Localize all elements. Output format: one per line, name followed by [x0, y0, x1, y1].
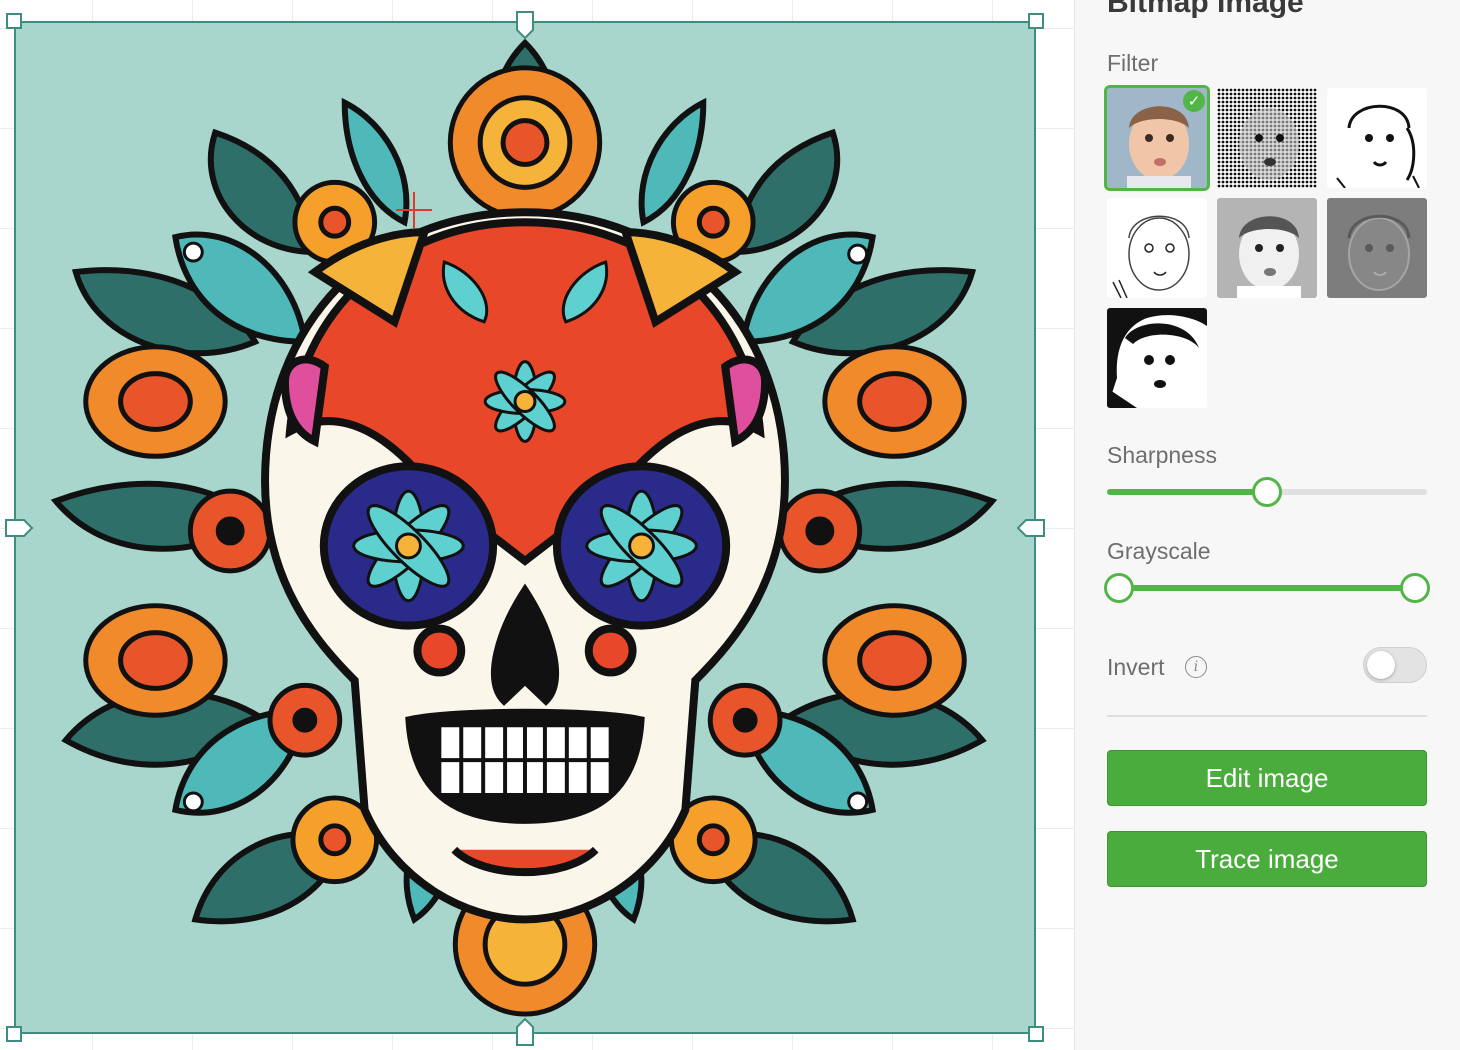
resize-handle-top-right[interactable]: [1028, 13, 1044, 29]
filter-sketch[interactable]: [1107, 198, 1207, 298]
filter-halftone[interactable]: [1217, 88, 1317, 188]
invert-toggle-knob: [1367, 651, 1395, 679]
filter-preview-threshold: [1107, 308, 1207, 408]
invert-label: Invert: [1107, 654, 1165, 680]
resize-handle-bottom[interactable]: [515, 1017, 535, 1047]
filter-high-contrast[interactable]: [1327, 88, 1427, 188]
resize-handle-bottom-right[interactable]: [1028, 1026, 1044, 1042]
properties-panel: Bitmap Image Filter ✓ Sharpness Grayscal…: [1074, 0, 1460, 1050]
grayscale-label: Grayscale: [1107, 538, 1211, 564]
filter-threshold[interactable]: [1107, 308, 1207, 408]
sugar-skull-artwork: [50, 38, 998, 1017]
filter-preview-high-contrast: [1327, 88, 1427, 188]
cursor-crosshair-vertical: [413, 192, 415, 228]
filter-preview-grayscale: [1217, 198, 1317, 298]
trace-image-button[interactable]: Trace image: [1107, 831, 1427, 887]
grayscale-min-knob[interactable]: [1104, 573, 1134, 603]
design-canvas[interactable]: [0, 0, 1074, 1050]
grayscale-max-knob[interactable]: [1400, 573, 1430, 603]
info-icon[interactable]: i: [1185, 656, 1207, 678]
panel-divider: [1107, 715, 1427, 717]
filter-label: Filter: [1107, 50, 1159, 76]
resize-handle-right[interactable]: [1016, 518, 1046, 538]
panel-title: Bitmap Image: [1107, 0, 1304, 19]
bitmap-image[interactable]: [14, 21, 1036, 1034]
resize-handle-top[interactable]: [515, 10, 535, 40]
resize-handle-left[interactable]: [4, 518, 34, 538]
filter-preview-halftone: [1217, 88, 1317, 188]
check-icon: ✓: [1183, 90, 1205, 112]
resize-handle-top-left[interactable]: [6, 13, 22, 29]
invert-toggle[interactable]: [1363, 647, 1427, 683]
sharpness-label: Sharpness: [1107, 442, 1217, 468]
sharpness-slider-fill: [1107, 489, 1267, 495]
filter-grayscale[interactable]: [1217, 198, 1317, 298]
filter-emboss[interactable]: [1327, 198, 1427, 298]
filter-preview-emboss: [1327, 198, 1427, 298]
edit-image-button[interactable]: Edit image: [1107, 750, 1427, 806]
filter-preview-sketch: [1107, 198, 1207, 298]
filter-original[interactable]: ✓: [1104, 85, 1210, 191]
grayscale-slider-fill: [1119, 585, 1415, 591]
sharpness-slider-knob[interactable]: [1252, 477, 1282, 507]
resize-handle-bottom-left[interactable]: [6, 1026, 22, 1042]
